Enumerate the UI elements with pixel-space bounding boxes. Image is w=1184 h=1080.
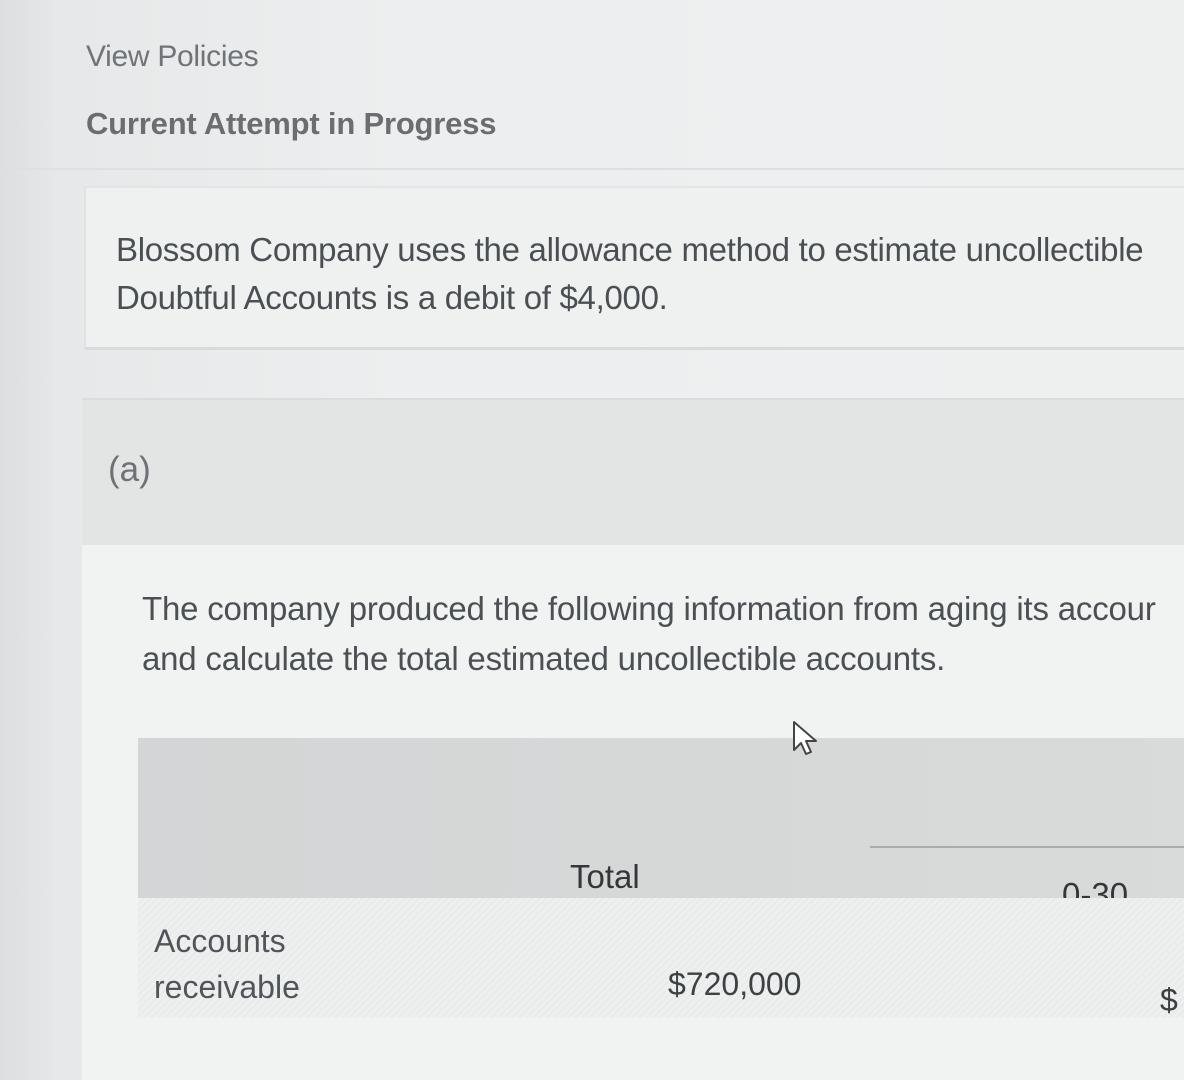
header-divider — [0, 168, 1184, 170]
part-instructions-line-2: and calculate the total estimated uncoll… — [142, 640, 946, 677]
row-label-line-2: receivable — [154, 969, 300, 1005]
page: View Policies Current Attempt in Progres… — [0, 0, 1184, 1080]
column-group-rule — [870, 846, 1184, 848]
part-a-header[interactable]: (a) — [82, 398, 1184, 545]
column-header-total: Total — [570, 858, 640, 895]
row-0-30-value: $ — [1160, 982, 1178, 1018]
part-instructions-line-1: The company produced the following infor… — [142, 590, 1156, 627]
view-policies-link[interactable]: View Policies — [86, 40, 259, 74]
part-a-section: (a) The company produced the following i… — [82, 398, 1184, 1080]
question-line-2: Doubtful Accounts is a debit of $4,000. — [116, 279, 668, 316]
row-label-line-1: Accounts — [154, 923, 286, 959]
attempt-status: Current Attempt in Progress — [86, 106, 497, 141]
aging-table: Total 0-30 Accounts receivable $720,000 … — [138, 738, 1184, 1018]
question-text: Blossom Company uses the allowance metho… — [116, 226, 1184, 322]
part-label: (a) — [108, 450, 151, 489]
question-card: Blossom Company uses the allowance metho… — [84, 186, 1184, 350]
question-line-1: Blossom Company uses the allowance metho… — [116, 231, 1144, 268]
row-label: Accounts receivable — [154, 918, 354, 1010]
table-header: Total 0-30 — [138, 738, 1184, 913]
mouse-pointer-icon — [793, 721, 817, 755]
row-total-value: $720,000 — [668, 966, 802, 1002]
part-instructions: The company produced the following infor… — [142, 584, 1184, 684]
table-row: Accounts receivable $720,000 $ — [138, 898, 1184, 1018]
